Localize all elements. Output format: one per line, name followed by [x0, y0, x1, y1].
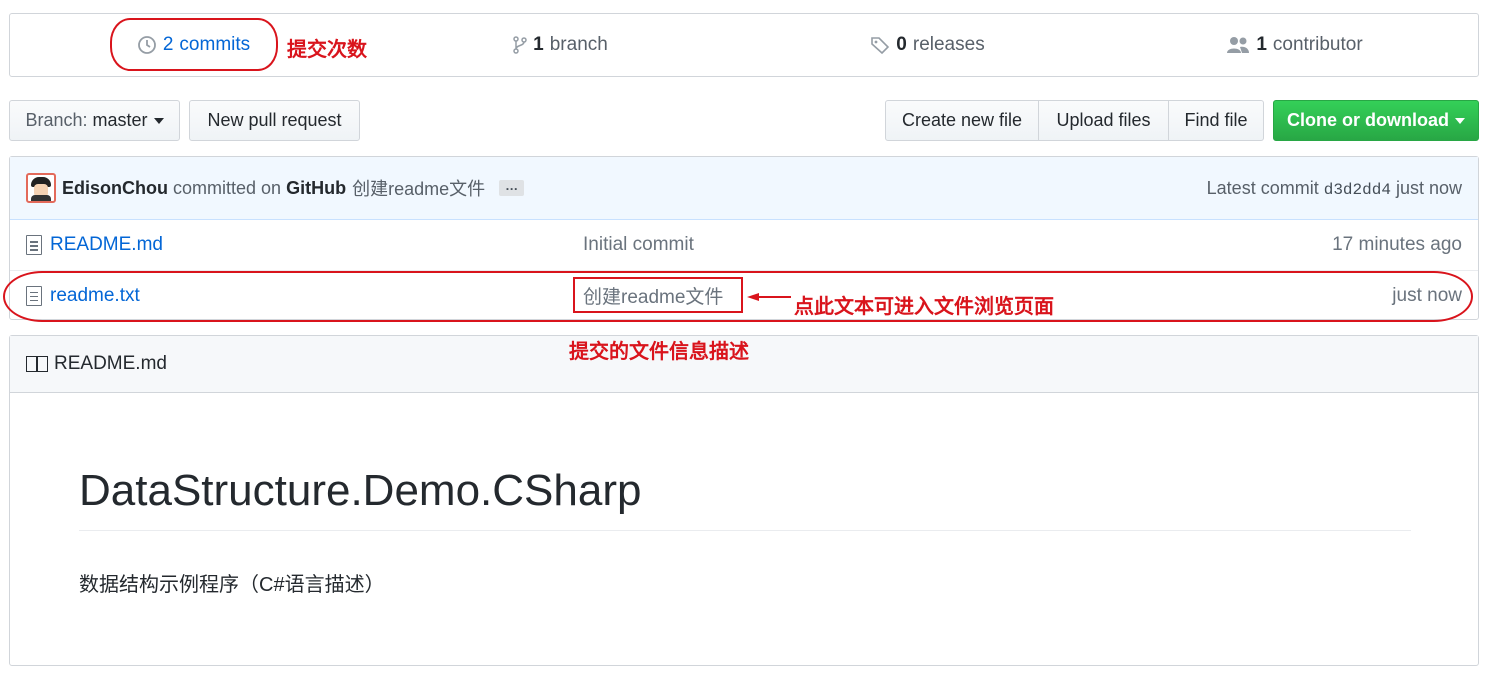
avatar[interactable] [26, 173, 56, 203]
caret-down-icon [1455, 117, 1465, 124]
releases-link[interactable]: 0 releases [744, 14, 1111, 76]
desc-annotation: 提交的文件信息描述 [569, 341, 749, 363]
arrow-icon [747, 293, 791, 301]
branches-link[interactable]: 1 branch [377, 14, 744, 76]
tag-icon [871, 37, 890, 55]
commit-author[interactable]: EdisonChou [62, 178, 168, 199]
contributors-count: 1 [1256, 34, 1267, 55]
message-highlight [573, 277, 743, 313]
file-link[interactable]: README.md [26, 234, 163, 256]
commit-platform: GitHub [286, 177, 347, 198]
clone-or-download-button[interactable]: Clone or download [1273, 100, 1479, 141]
branch-name: master [92, 110, 148, 130]
latest-commit-info: Latest commit d3d2dd4 just now [1207, 178, 1462, 199]
contributors-link[interactable]: 1 contributor [1111, 14, 1478, 76]
commit-time: just now [1395, 177, 1462, 198]
commit-sha[interactable]: d3d2dd4 [1324, 181, 1391, 199]
file-actions-group: Create new file Upload files Find file [885, 100, 1264, 141]
branch-prefix: Branch: [25, 110, 88, 130]
upload-files-button[interactable]: Upload files [1039, 100, 1169, 141]
create-new-file-button[interactable]: Create new file [885, 100, 1039, 141]
find-file-button[interactable]: Find file [1169, 100, 1264, 141]
book-icon [26, 356, 48, 372]
commit-action: committed on [173, 177, 282, 198]
branch-select-button[interactable]: Branch: master [9, 100, 180, 141]
file-commit-message[interactable]: Initial commit [583, 234, 694, 256]
file-icon [26, 235, 42, 255]
releases-count: 0 [896, 34, 907, 55]
latest-commit-label: Latest commit [1206, 177, 1319, 198]
commit-message[interactable]: 创建readme文件 [352, 175, 485, 201]
readme-title: DataStructure.Demo.CSharp [79, 466, 1411, 531]
releases-label: releases [912, 34, 985, 55]
readme-filename: README.md [54, 353, 167, 374]
table-row: README.md Initial commit 17 minutes ago [10, 220, 1478, 270]
people-icon [1227, 37, 1250, 53]
git-branch-icon [513, 36, 527, 54]
file-name[interactable]: README.md [50, 234, 163, 256]
branch-label: branch [549, 34, 608, 55]
file-age: 17 minutes ago [1332, 234, 1462, 255]
commits-highlight [110, 18, 278, 71]
caret-down-icon [153, 117, 164, 124]
branch-count: 1 [533, 34, 544, 55]
contributors-label: contributor [1272, 34, 1363, 55]
new-pull-request-button[interactable]: New pull request [189, 100, 360, 141]
readme-panel: README.md DataStructure.Demo.CSharp 数据结构… [9, 335, 1479, 666]
latest-commit-bar: EdisonChou committed on GitHub 创建readme文… [10, 157, 1478, 220]
commit-expand-button[interactable]: … [499, 179, 525, 196]
readme-description: 数据结构示例程序（C#语言描述） [79, 574, 385, 596]
click-annotation: 点此文本可进入文件浏览页面 [794, 296, 1054, 318]
clone-label: Clone or download [1287, 110, 1449, 130]
commits-annotation: 提交次数 [287, 39, 367, 61]
